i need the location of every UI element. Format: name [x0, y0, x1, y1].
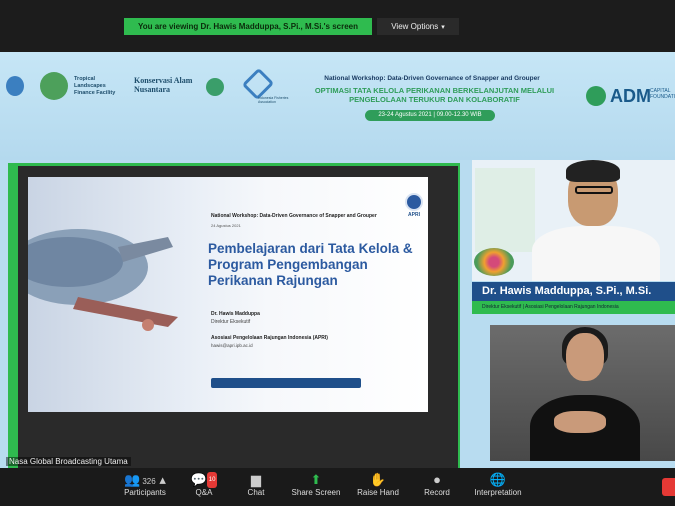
- speaker-video[interactable]: [472, 160, 675, 281]
- qa-badge: 10: [206, 472, 218, 488]
- presentation-slide: National Workshop: Data-Driven Governanc…: [28, 177, 428, 412]
- slide-org: Asosiasi Pengelolaan Rajungan Indonesia …: [211, 335, 328, 341]
- ykan-logo-icon: [206, 78, 224, 96]
- speaker-role-strip: Direktur Eksekutif | Asosiasi Pengelolaa…: [472, 301, 675, 314]
- raise-hand-button[interactable]: ✋ Raise Hand: [346, 472, 410, 497]
- tlff-logo-icon: [40, 72, 68, 100]
- sign-interpreter-video[interactable]: [490, 325, 675, 461]
- chat-icon: ▆: [251, 472, 261, 487]
- adm-logo-text: ADM: [610, 86, 651, 106]
- view-options-label: View Options: [391, 22, 439, 31]
- ykan-logo-text: Konservasi Alam Nusantara: [134, 76, 193, 94]
- share-screen-button[interactable]: ⬆ Share Screen: [284, 472, 348, 497]
- workshop-theme: OPTIMASI TATA KELOLA PERIKANAN BERKELANJ…: [314, 86, 555, 104]
- chat-button[interactable]: ▆ Chat: [224, 472, 288, 497]
- slide-date: 24 Agustus 2021: [211, 223, 241, 228]
- interpreter-hands: [554, 411, 606, 433]
- slide-title: Pembelajaran dari Tata Kelola & Program …: [208, 241, 413, 288]
- speaker-hair: [566, 160, 620, 182]
- blue-wave-logo: [6, 76, 24, 96]
- participants-button[interactable]: 👥 326 ▴ Participants: [110, 472, 180, 497]
- slide-presenter-name: Dr. Hawis Madduppa: [211, 311, 260, 317]
- globe-icon: 🌐: [489, 472, 507, 487]
- raise-hand-label: Raise Hand: [357, 488, 399, 497]
- workshop-title: National Workshop: Data-Driven Governanc…: [324, 75, 540, 82]
- share-screen-icon: ⬆: [310, 472, 322, 487]
- record-button[interactable]: ● Record: [405, 472, 469, 497]
- share-screen-label: Share Screen: [291, 488, 341, 497]
- participants-count: 326: [142, 477, 156, 486]
- slide-workshop: National Workshop: Data-Driven Governanc…: [211, 213, 377, 219]
- top-bar: You are viewing Dr. Hawis Madduppa, S.Pi…: [0, 0, 675, 52]
- speaker-name-strip: Dr. Hawis Madduppa, S.Pi., M.Si.: [472, 282, 675, 301]
- speaker-shirt: [532, 226, 660, 281]
- apri-logo-text: APRI: [408, 212, 420, 218]
- apri-logo: APRI: [403, 193, 425, 218]
- social-links-bar: [211, 378, 361, 388]
- meeting-toolbar: 👥 326 ▴ Participants 💬 10 Q&A ▆ Chat ⬆ Sha…: [0, 468, 675, 506]
- association-logo-text: Indonesia Fisheries Association: [258, 96, 289, 104]
- raise-hand-icon: ✋: [369, 472, 387, 487]
- speaker-glasses: [575, 186, 613, 194]
- interpreter-face: [566, 333, 604, 381]
- participants-label: Participants: [124, 488, 166, 497]
- tlff-logo-text: Tropical Landscapes Finance Facility: [74, 76, 116, 96]
- record-icon: ●: [433, 472, 441, 487]
- broadcaster-label: Nasa Global Broadcasting Utama: [6, 457, 131, 466]
- chevron-down-icon: ▾: [441, 24, 445, 31]
- interpretation-button[interactable]: 🌐 Interpretation: [466, 472, 530, 497]
- presentation-frame: National Workshop: Data-Driven Governanc…: [8, 163, 460, 488]
- workshop-date: 23-24 Agustus 2021 | 09.00-12.30 WIB: [365, 110, 495, 121]
- speaker-background-poster: [475, 168, 535, 252]
- viewing-banner: You are viewing Dr. Hawis Madduppa, S.Pi…: [124, 18, 372, 35]
- crab-image: [28, 229, 178, 331]
- shared-screen: Tropical Landscapes Finance Facility Kon…: [0, 52, 675, 488]
- slide-presenter-role: Direktur Eksekutif: [211, 319, 251, 325]
- record-label: Record: [424, 488, 450, 497]
- qa-label: Q&A: [195, 488, 213, 497]
- apri-logo-icon: [405, 193, 423, 211]
- presentation-window: National Workshop: Data-Driven Governanc…: [18, 166, 458, 486]
- adm-logo-icon: [586, 86, 606, 106]
- chat-label: Chat: [247, 488, 265, 497]
- leave-button[interactable]: [662, 478, 675, 496]
- participants-icon: 👥 326 ▴: [124, 472, 166, 487]
- event-banner: Tropical Landscapes Finance Facility Kon…: [0, 52, 675, 160]
- view-options-button[interactable]: View Options ▾: [377, 18, 459, 35]
- interpretation-label: Interpretation: [474, 488, 522, 497]
- adm-logo-sub: CAPITAL FOUNDATION: [650, 88, 675, 100]
- coral-graphic: [474, 248, 514, 276]
- slide-email: hawis@apri.ipb.ac.id: [211, 343, 253, 348]
